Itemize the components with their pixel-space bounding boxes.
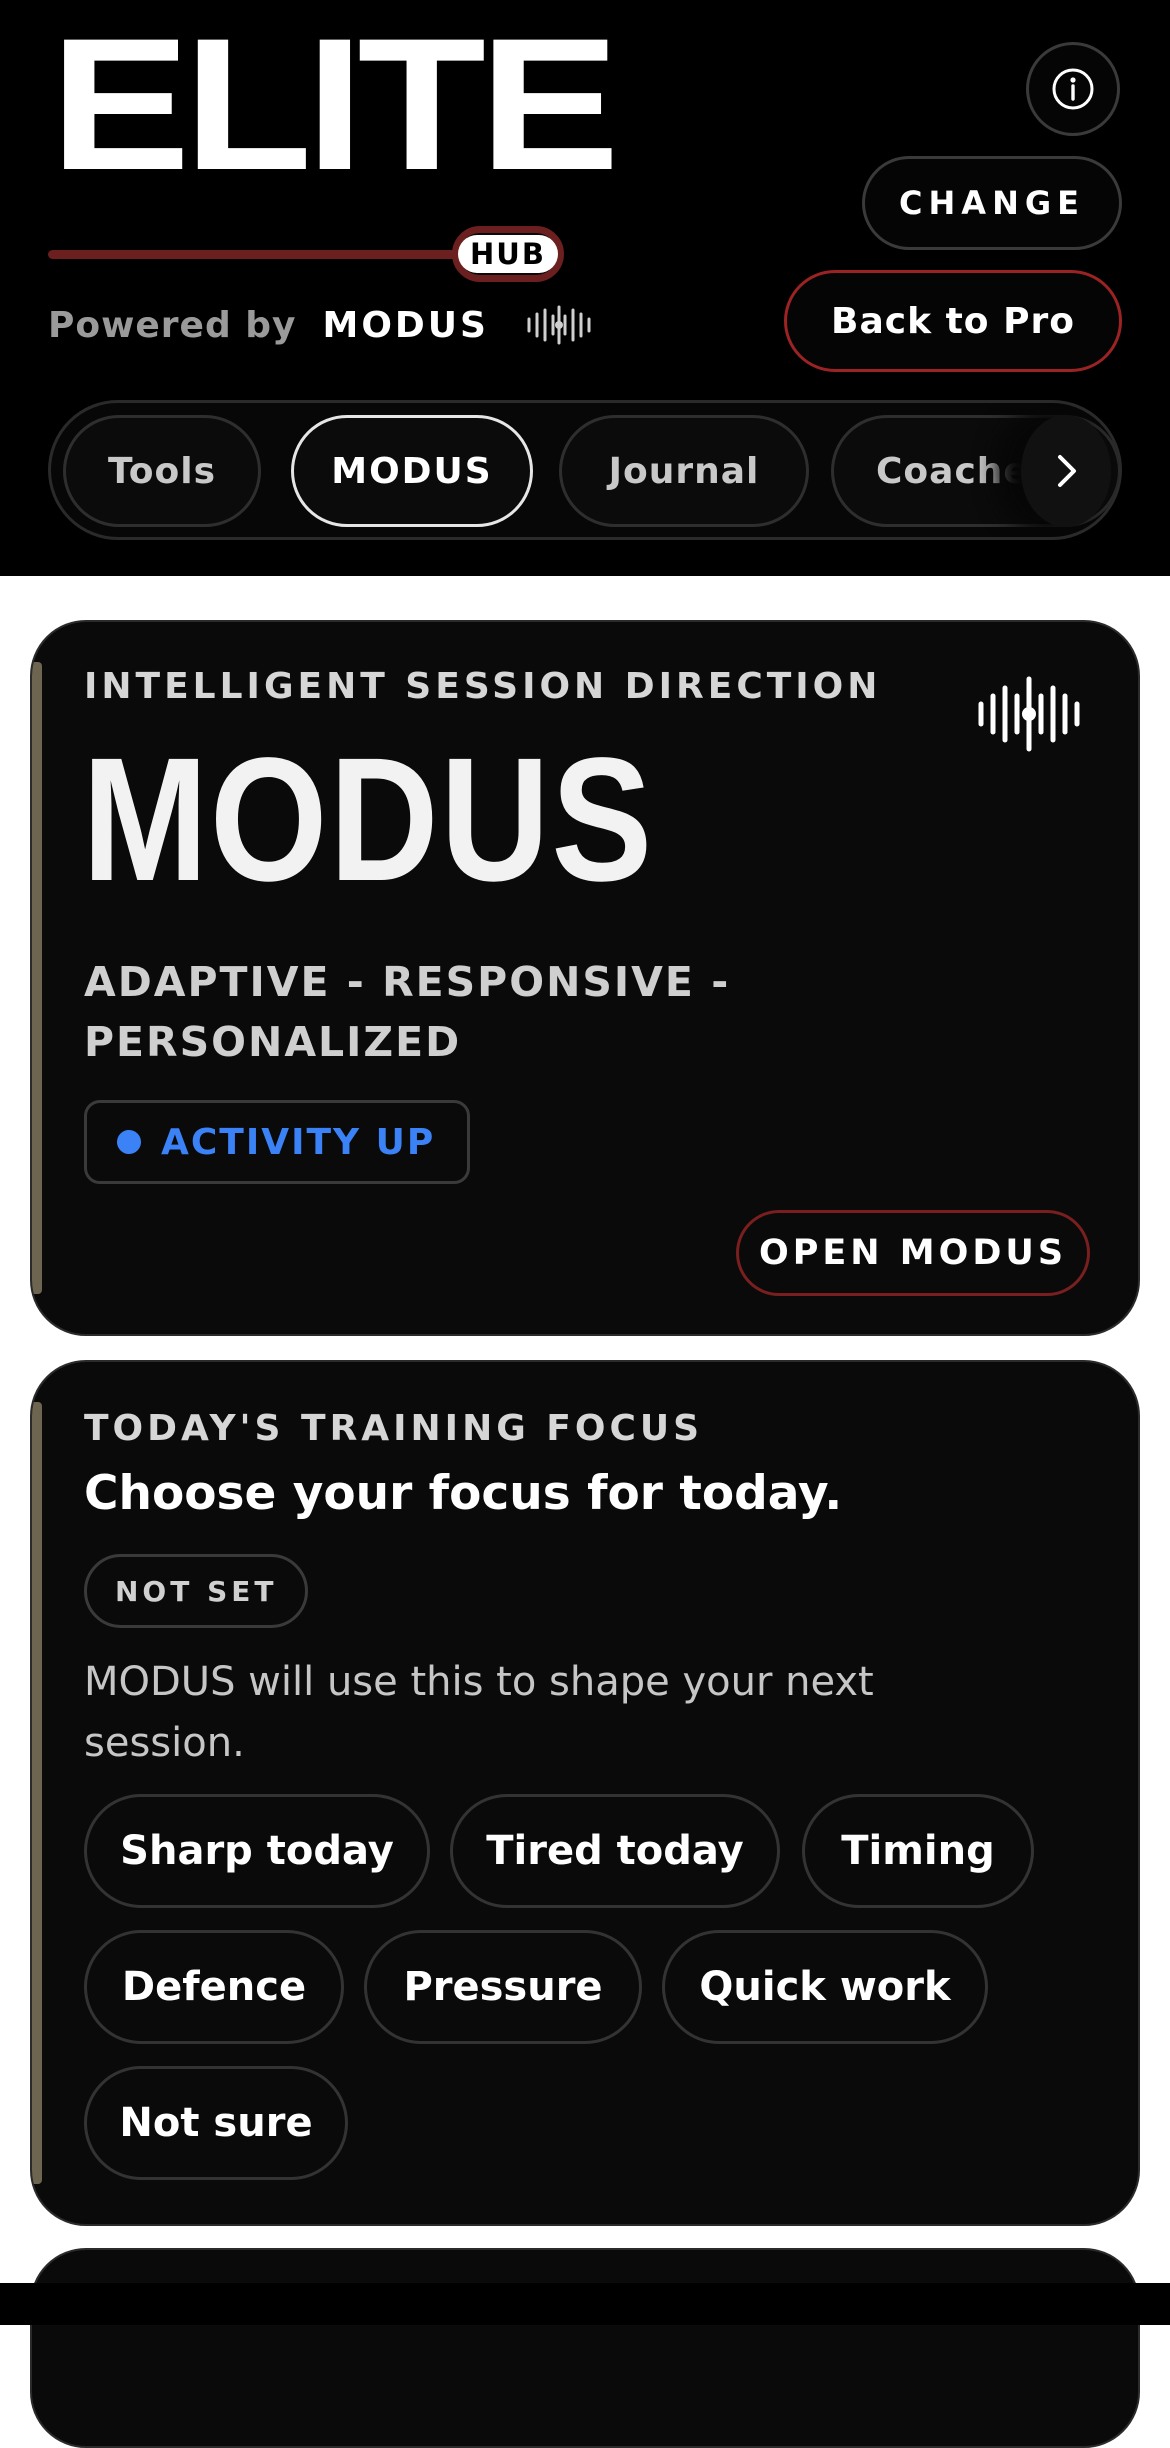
focus-card-eyebrow: TODAY'S TRAINING FOCUS	[84, 1408, 704, 1449]
focus-option-timing[interactable]: Timing	[802, 1794, 1034, 1908]
info-button[interactable]	[1026, 42, 1120, 136]
chevron-right-icon	[1058, 455, 1076, 487]
status-text: ACTIVITY UP	[161, 1121, 436, 1163]
focus-option-defence[interactable]: Defence	[84, 1930, 344, 2044]
card-accent-bar	[32, 1402, 42, 2184]
modus-title: MODUS	[82, 722, 654, 918]
focus-state-badge: NOT SET	[84, 1554, 309, 1628]
powered-by-text: Powered by	[48, 304, 297, 346]
tab-modus[interactable]: MODUS	[291, 415, 533, 527]
focus-option-sharp-today[interactable]: Sharp today	[84, 1794, 430, 1908]
focus-heading: Choose your focus for today.	[84, 1466, 843, 1521]
waveform-icon	[978, 676, 1080, 752]
status-dot-icon	[117, 1130, 141, 1154]
hub-badge: HUB	[452, 226, 564, 282]
focus-option-tired-today[interactable]: Tired today	[450, 1794, 780, 1908]
modus-tagline: ADAPTIVE - RESPONSIVE - PERSONALIZED	[84, 958, 731, 1066]
focus-option-not-sure[interactable]: Not sure	[84, 2066, 348, 2180]
bottom-bar	[0, 2283, 1170, 2325]
open-modus-button[interactable]: OPEN MODUS	[736, 1210, 1090, 1296]
change-button[interactable]: CHANGE	[862, 156, 1122, 250]
powered-by-row: Powered by MODUS	[48, 300, 593, 350]
modus-card: INTELLIGENT SESSION DIRECTION MODUS ADAP…	[30, 620, 1140, 1336]
tab-bar: Tools MODUS Journal Coaches	[48, 400, 1122, 540]
next-card	[30, 2248, 1140, 2448]
brand-title: ELITE	[50, 0, 620, 209]
focus-description: MODUS will use this to shape your next s…	[84, 1659, 874, 1766]
focus-option-quick-work[interactable]: Quick work	[662, 1930, 988, 2044]
app-header: ELITE HUB Powered by MODUS CHANGE Back t…	[0, 0, 1170, 576]
training-focus-card: TODAY'S TRAINING FOCUS Choose your focus…	[30, 1360, 1140, 2226]
info-icon	[1052, 68, 1094, 110]
status-badge: ACTIVITY UP	[84, 1100, 471, 1184]
powered-brand: MODUS	[322, 304, 489, 346]
modus-card-eyebrow: INTELLIGENT SESSION DIRECTION	[84, 666, 882, 707]
tabs-scroll-right-button[interactable]	[1021, 415, 1111, 527]
back-to-pro-button[interactable]: Back to Pro	[784, 270, 1122, 372]
tab-tools[interactable]: Tools	[63, 415, 261, 527]
card-accent-bar	[32, 662, 42, 1294]
hub-progress-track	[48, 250, 468, 259]
waveform-icon	[527, 305, 591, 345]
tab-journal[interactable]: Journal	[559, 415, 809, 527]
focus-option-pressure[interactable]: Pressure	[364, 1930, 642, 2044]
hub-label: HUB	[458, 235, 558, 273]
